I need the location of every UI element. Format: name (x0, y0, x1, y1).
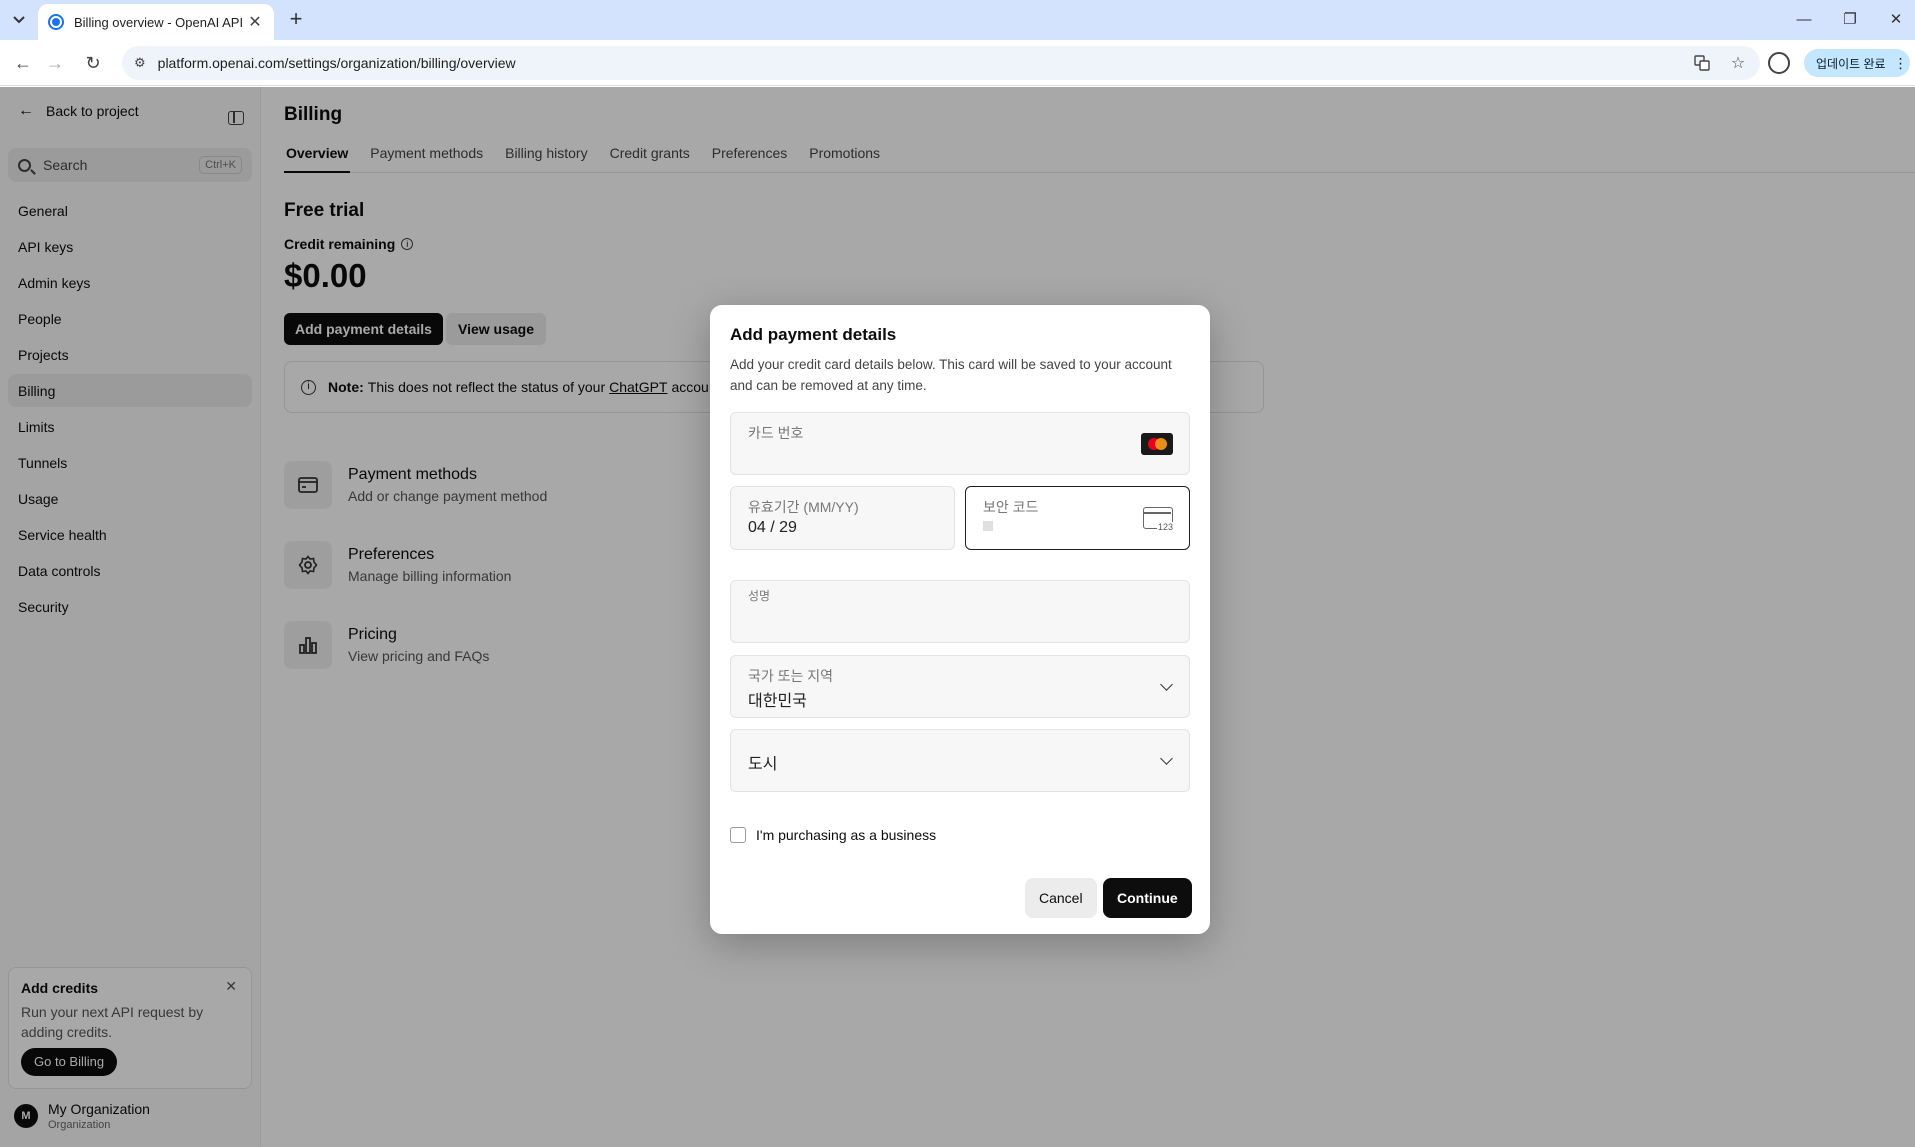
tab-title: Billing overview - OpenAI API (74, 14, 244, 30)
cvc-masked-value (983, 521, 993, 531)
business-checkbox[interactable] (730, 827, 746, 843)
dialog-title: Add payment details (730, 325, 897, 344)
country-value: 대한민국 (748, 693, 807, 710)
continue-button[interactable]: Continue (1103, 878, 1192, 918)
dialog-description: Add your credit card details below. This… (730, 357, 1172, 393)
country-label: 국가 또는 지역 (748, 668, 834, 684)
card-number-label: 카드 번호 (748, 425, 804, 441)
cvc-icon-text: 123 (1156, 522, 1174, 532)
tab-search-button[interactable] (6, 7, 32, 33)
mastercard-icon (1141, 433, 1173, 455)
city-placeholder: 도시 (748, 756, 778, 773)
add-payment-dialog: Add payment details Add your credit card… (710, 305, 1210, 934)
profile-icon[interactable] (1768, 52, 1790, 74)
city-select[interactable]: 도시 (730, 729, 1190, 792)
business-checkbox-label: I'm purchasing as a business (756, 827, 937, 843)
name-field[interactable]: 성명 (730, 580, 1190, 643)
browser-toolbar: ← → ↻ ⚙ platform.openai.com/settings/org… (0, 40, 1915, 86)
openai-favicon-icon (48, 14, 64, 30)
forward-button[interactable]: → (41, 49, 69, 77)
restore-button[interactable]: ❐ (1828, 6, 1872, 34)
site-info-icon[interactable]: ⚙ (134, 55, 146, 71)
name-label: 성명 (748, 589, 771, 603)
back-button[interactable]: ← (9, 49, 37, 77)
tab-close-icon[interactable]: ✕ (246, 12, 264, 32)
window-close-button[interactable]: ✕ (1874, 6, 1915, 34)
minimize-button[interactable]: — (1782, 6, 1826, 34)
new-tab-button[interactable]: + (282, 7, 310, 33)
business-checkbox-row[interactable]: I'm purchasing as a business (730, 827, 936, 843)
expiry-field[interactable]: 유효기간 (MM/YY) 04 / 29 (730, 486, 955, 550)
chevron-down-icon (1160, 752, 1173, 765)
card-back-icon: 123 (1143, 507, 1174, 532)
cvc-label: 보안 코드 (983, 499, 1039, 515)
bookmark-star-icon[interactable]: ☆ (1728, 53, 1748, 73)
card-number-field[interactable]: 카드 번호 (730, 412, 1190, 475)
cancel-button[interactable]: Cancel (1025, 878, 1097, 918)
expiry-value: 04 / 29 (748, 519, 797, 536)
update-label: 업데이트 완료 (1816, 56, 1886, 71)
update-button[interactable]: 업데이트 완료 ⋮ (1804, 49, 1910, 77)
expiry-label: 유효기간 (MM/YY) (748, 499, 859, 515)
browser-tab-active[interactable]: Billing overview - OpenAI API ✕ (38, 4, 274, 40)
address-bar[interactable]: ⚙ platform.openai.com/settings/organizat… (122, 46, 1760, 80)
chevron-down-icon (1160, 678, 1173, 691)
translate-icon[interactable] (1692, 53, 1712, 73)
cvc-field[interactable]: 보안 코드 123 (965, 486, 1190, 550)
url-text: platform.openai.com/settings/organizatio… (157, 55, 516, 71)
country-select[interactable]: 국가 또는 지역 대한민국 (730, 655, 1190, 718)
reload-button[interactable]: ↻ (79, 49, 107, 77)
menu-dots-icon: ⋮ (1893, 54, 1908, 71)
browser-tabstrip: Billing overview - OpenAI API ✕ + — ❐ ✕ (0, 0, 1915, 40)
